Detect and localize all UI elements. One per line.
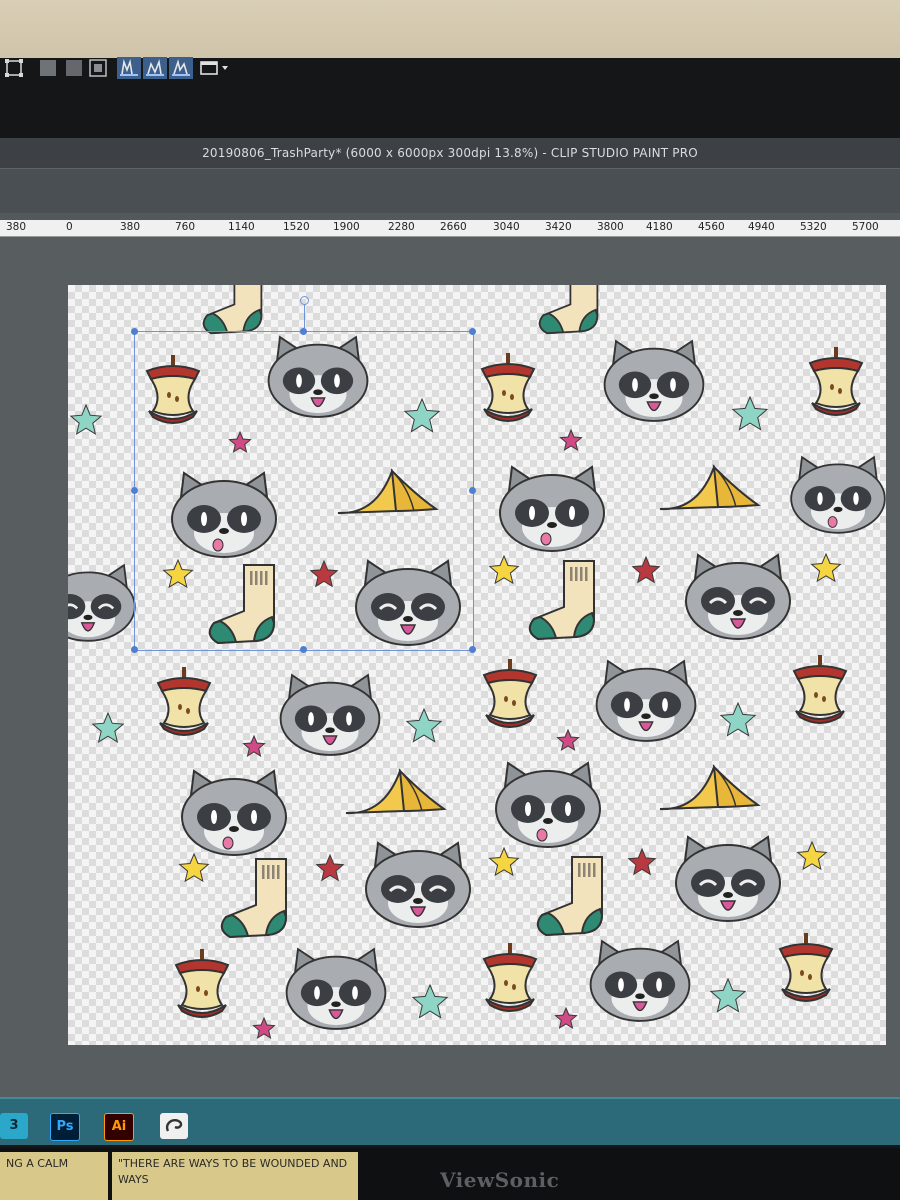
ruler-label: 1520 (283, 221, 310, 233)
gray-tool-icon-2[interactable] (62, 56, 88, 80)
ruler-label: 3800 (597, 221, 624, 233)
raccoon-happy (675, 835, 781, 922)
transform-selection-box[interactable] (131, 296, 476, 653)
window-title: 20190806_TrashParty* (6000 x 6000px 300d… (0, 138, 900, 168)
transform-handle[interactable] (131, 328, 138, 335)
banana-peel (659, 764, 761, 811)
canvas[interactable] (68, 285, 886, 1045)
monitor-brand-logo: ViewSonic (440, 1168, 560, 1192)
transform-icon[interactable] (2, 56, 28, 80)
raccoon-happy (68, 563, 136, 642)
ruler-label: 2660 (440, 221, 467, 233)
sock (538, 285, 599, 335)
raccoon-tongue (499, 465, 605, 552)
star-pink (242, 734, 266, 757)
ruler-label: 760 (175, 221, 196, 233)
ruler-label: 380 (120, 221, 141, 233)
sticky-note-right: "THERE ARE WAYS TO BE WOUNDED AND WAYS (112, 1152, 358, 1200)
sock (202, 285, 263, 335)
star-teal (411, 983, 449, 1019)
transform-handle[interactable] (469, 328, 476, 335)
raccoon-tongue (495, 761, 601, 848)
photoshop-icon[interactable]: Ps (50, 1113, 80, 1141)
star-yellow (796, 840, 828, 871)
transform-handle[interactable] (300, 646, 307, 653)
star-teal (69, 403, 103, 435)
raccoon-tongue (790, 455, 886, 534)
transform-handle[interactable] (131, 646, 138, 653)
sock (220, 858, 288, 939)
transform-handle[interactable] (131, 487, 138, 494)
star-yellow (810, 552, 842, 583)
command-bar (0, 168, 900, 213)
raccoon-surprised (595, 659, 697, 742)
transform-handle[interactable] (300, 328, 307, 335)
window-dropdown-icon[interactable] (198, 56, 238, 80)
ruler-label: 4940 (748, 221, 775, 233)
star-teal (91, 711, 125, 743)
ruler-label: 4180 (646, 221, 673, 233)
sock (536, 856, 604, 937)
banana-peel (659, 464, 761, 511)
pen-pressure-icon-2[interactable] (142, 56, 168, 80)
raccoon-happy (365, 841, 471, 928)
star-yellow (488, 554, 520, 585)
app-3-icon[interactable]: 3 (0, 1113, 28, 1139)
raccoon-happy (685, 553, 791, 640)
apple-core (482, 659, 538, 728)
ruler-label: 1140 (228, 221, 255, 233)
ruler-label: 4560 (698, 221, 725, 233)
banana-peel (345, 768, 447, 815)
star-yellow (178, 852, 210, 883)
sock (528, 560, 596, 641)
gray-tool-icon[interactable] (36, 56, 62, 80)
apple-core (156, 667, 212, 736)
star-teal (731, 395, 769, 431)
star-red (315, 853, 345, 882)
taskbar (0, 1097, 900, 1145)
transform-handle[interactable] (469, 646, 476, 653)
apple-core (808, 347, 864, 416)
raccoon-surprised (285, 947, 387, 1030)
raccoon-surprised (603, 339, 705, 422)
ruler-label: 1900 (333, 221, 360, 233)
raccoon-surprised (279, 673, 381, 756)
illustrator-icon[interactable]: Ai (104, 1113, 134, 1141)
pen-pressure-icon-1[interactable] (116, 56, 142, 80)
transform-handle[interactable] (469, 487, 476, 494)
ruler-label: 3420 (545, 221, 572, 233)
apple-core (174, 949, 230, 1018)
raccoon-tongue (181, 769, 287, 856)
star-teal (405, 707, 443, 743)
clip-studio-icon[interactable] (160, 1113, 188, 1139)
ruler-label: 5700 (852, 221, 879, 233)
apple-core (778, 933, 834, 1002)
star-red (631, 555, 661, 584)
star-red (627, 847, 657, 876)
star-pink (559, 428, 583, 451)
rotate-handle-line (304, 304, 305, 328)
star-yellow (488, 846, 520, 877)
apple-core (482, 943, 538, 1012)
raccoon-surprised (589, 939, 691, 1022)
star-teal (719, 701, 757, 737)
ruler-label: 380 (6, 221, 27, 233)
star-pink (554, 1006, 578, 1029)
ruler-label: 3040 (493, 221, 520, 233)
sticky-note-left: NG A CALM (0, 1152, 108, 1200)
star-pink (556, 728, 580, 751)
ruler-label: 2280 (388, 221, 415, 233)
apple-core (480, 353, 536, 422)
wall-background (0, 0, 900, 62)
layer-icon[interactable] (86, 56, 112, 80)
ruler-label: 5320 (800, 221, 827, 233)
pen-pressure-icon-3[interactable] (168, 56, 194, 80)
canvas-workspace (0, 237, 900, 1097)
ruler-label: 0 (66, 221, 73, 233)
apple-core (792, 655, 848, 724)
horizontal-ruler: 380 0 380 760 1140 1520 1900 2280 2660 3… (0, 220, 900, 237)
star-pink (252, 1016, 276, 1039)
star-teal (709, 977, 747, 1013)
